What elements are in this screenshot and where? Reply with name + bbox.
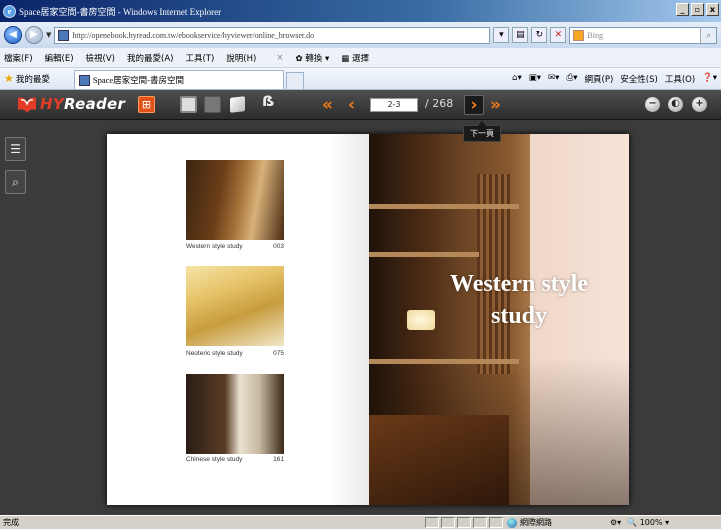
toc-entry-western[interactable]: Western style study 003 <box>186 243 284 250</box>
search-input[interactable]: Bing ⌕ <box>569 26 717 44</box>
address-input[interactable]: http://openebook.hyread.com.tw/ebookserv… <box>54 26 491 44</box>
thumbnail-panel-icon[interactable]: ☰ <box>5 137 26 161</box>
neoteric-study-photo[interactable] <box>186 266 284 346</box>
search-binoculars-icon[interactable]: ẞ <box>262 94 279 111</box>
minimize-button[interactable]: _ <box>676 3 689 16</box>
stop-icon[interactable]: ✕ <box>550 27 567 43</box>
western-study-photo[interactable] <box>186 160 284 240</box>
zoom-in-icon[interactable]: + <box>692 97 707 112</box>
tab-active[interactable]: Space居家空間-書房空間 <box>73 70 284 89</box>
address-toolbar: ◀ ▶ ▼ http://openebook.hyread.com.tw/ebo… <box>0 22 721 48</box>
zoom-fit-icon[interactable]: ◐ <box>668 97 683 112</box>
window-title: Space居家空間-書房空間 - Windows Internet Explor… <box>19 6 222 17</box>
dropdown-icon[interactable]: ▾ <box>493 27 510 43</box>
back-button[interactable]: ◀ <box>4 26 22 44</box>
single-page-icon[interactable] <box>180 96 197 113</box>
select-button[interactable]: ▦ 選擇 <box>341 52 369 64</box>
ie-logo-icon: e <box>3 4 16 18</box>
menu-favorites[interactable]: 我的最愛(A) <box>127 52 173 64</box>
tab-favicon-icon <box>78 74 90 86</box>
chapter-title: Western style study <box>450 271 588 329</box>
status-bar: 完成 網際網路 ⚙▾ 🔍 100% ▾ <box>0 515 721 529</box>
favorites-star-icon[interactable]: ★ <box>4 72 14 85</box>
security-zone[interactable]: 網際網路 <box>507 517 552 528</box>
toc-entry-chinese[interactable]: Chinese style study 161 <box>186 456 284 463</box>
safety-menu[interactable]: 安全性(S) <box>620 73 658 85</box>
history-dropdown-icon[interactable]: ▼ <box>46 31 51 39</box>
browser-window: e Space居家空間-書房空間 - Windows Internet Expl… <box>0 0 721 529</box>
first-page-button[interactable]: « <box>322 95 333 115</box>
toc-icon[interactable]: ⊞ <box>138 96 155 113</box>
status-text: 完成 <box>3 518 19 527</box>
menu-file[interactable]: 檔案(F) <box>4 52 33 64</box>
right-page[interactable]: Western style study <box>369 134 629 505</box>
page-favicon-icon <box>58 29 70 41</box>
translate-button[interactable]: ✿ 轉換 ▾ <box>295 52 329 64</box>
search-icon[interactable]: ⌕ <box>700 27 716 43</box>
new-tab-button[interactable] <box>285 72 304 89</box>
logo-text: HYReader <box>40 95 126 113</box>
print-icon[interactable]: ⎙▾ <box>566 73 577 85</box>
maximize-button[interactable]: ▫ <box>691 3 704 16</box>
title-bar: e Space居家空間-書房空間 - Windows Internet Expl… <box>0 0 721 22</box>
prev-page-button[interactable]: ‹ <box>348 95 355 115</box>
forward-button[interactable]: ▶ <box>25 26 43 44</box>
refresh-icon[interactable]: ↻ <box>531 27 548 43</box>
zoom-level[interactable]: 🔍 100% ▾ <box>627 518 669 527</box>
url-text: http://openebook.hyread.com.tw/ebookserv… <box>72 30 315 40</box>
search-panel-icon[interactable]: ⌕ <box>5 170 26 194</box>
feeds-icon[interactable]: ▣▾ <box>529 73 541 85</box>
help-icon[interactable]: ❓▾ <box>702 73 717 85</box>
last-page-button[interactable]: » <box>490 95 501 115</box>
reader-toolbar: HYReader ⊞ ẞ « ‹ 2-3 / 268 › » − ◐ + <box>0 90 721 120</box>
search-placeholder: Bing <box>587 30 603 40</box>
tools-menu[interactable]: 工具(O) <box>665 73 695 85</box>
command-bar: ⌂▾ ▣▾ ✉▾ ⎙▾ 網頁(P) 安全性(S) 工具(O) ❓▾ <box>512 73 721 85</box>
globe-icon <box>507 517 517 528</box>
chinese-study-photo[interactable] <box>186 374 284 454</box>
page-menu[interactable]: 網頁(P) <box>585 73 614 85</box>
open-book[interactable]: Western style study 003 Neoteric style s… <box>107 134 629 505</box>
tab-title: Space居家空間-書房空間 <box>92 75 185 85</box>
menu-tools[interactable]: 工具(T) <box>185 52 214 64</box>
menu-bar: 檔案(F) 編輯(E) 檢視(V) 我的最愛(A) 工具(T) 說明(H) × … <box>0 48 721 68</box>
left-page[interactable]: Western style study 003 Neoteric style s… <box>107 134 369 505</box>
menu-help[interactable]: 說明(H) <box>226 52 256 64</box>
protected-mode-icon[interactable]: ⚙▾ <box>610 518 621 527</box>
next-page-tooltip: 下一頁 <box>463 121 501 142</box>
menu-edit[interactable]: 編輯(E) <box>45 52 74 64</box>
double-page-icon[interactable] <box>204 96 221 113</box>
hyreader-logo: HYReader <box>16 94 125 114</box>
page-total: / 268 <box>425 97 454 110</box>
3d-view-icon[interactable] <box>230 96 245 113</box>
book-viewer: ☰ ⌕ Western style study 003 Neoteric sty… <box>0 120 721 515</box>
home-icon[interactable]: ⌂▾ <box>512 73 522 85</box>
book-logo-icon <box>18 97 36 113</box>
favorites-button[interactable]: 我的最愛 <box>16 73 50 85</box>
close-button[interactable]: x <box>706 3 719 16</box>
next-page-button[interactable]: › <box>464 95 484 115</box>
favorites-bar: ★ 我的最愛 Space居家空間-書房空間 ⌂▾ ▣▾ ✉▾ ⎙▾ 網頁(P) … <box>0 68 721 90</box>
compatibility-icon[interactable]: ▤ <box>512 27 529 43</box>
bing-icon <box>573 29 585 41</box>
menu-view[interactable]: 檢視(V) <box>86 52 115 64</box>
zoom-out-icon[interactable]: − <box>645 97 660 112</box>
toc-entry-neoteric[interactable]: Neoteric style study 075 <box>186 350 284 357</box>
mail-icon[interactable]: ✉▾ <box>548 73 559 85</box>
page-number-input[interactable]: 2-3 <box>370 98 418 112</box>
close-toolbar-icon[interactable]: × <box>276 53 283 63</box>
